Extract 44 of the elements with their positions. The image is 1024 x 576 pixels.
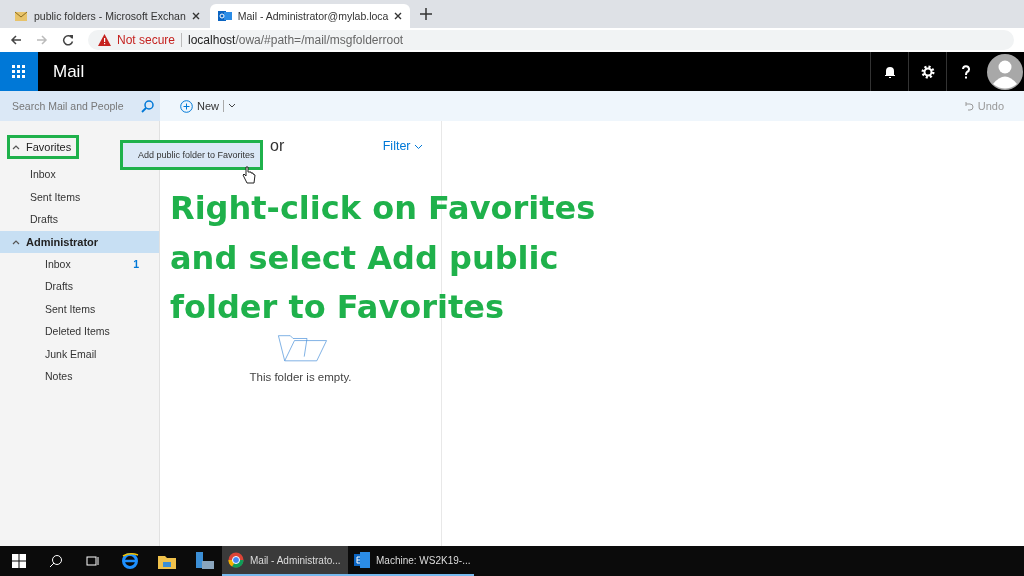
warning-icon — [98, 34, 111, 46]
instruction-text: and select Add public — [170, 237, 559, 279]
folder-item[interactable]: Drafts — [45, 280, 73, 293]
new-tab-icon[interactable] — [420, 8, 433, 20]
folder-item[interactable]: Deleted Items — [45, 325, 110, 338]
folder-heading: or — [270, 137, 285, 155]
undo-icon — [962, 100, 974, 112]
address-bar[interactable]: Not secure localhost/owa/#path=/mail/msgfolderroot — [88, 30, 1014, 50]
reload-icon[interactable] — [62, 34, 74, 46]
folder-item[interactable]: Drafts — [0, 208, 159, 231]
new-button[interactable]: New — [180, 99, 236, 113]
search-field[interactable]: Search Mail and People — [0, 91, 160, 121]
taskbar-app[interactable]: Mail - Administrato... — [222, 546, 348, 576]
browser-tab[interactable]: public folders - Microsoft Exchan — [6, 4, 208, 28]
search-icon[interactable] — [141, 99, 154, 113]
browser-tab[interactable]: Mail - Administrator@mylab.loca — [209, 4, 411, 28]
chrome-icon — [228, 552, 244, 568]
instruction-text: folder to Favorites — [170, 287, 505, 328]
folder-item[interactable]: Sent Items — [45, 302, 96, 315]
unread-count: 1 — [133, 257, 139, 270]
avatar-icon[interactable] — [986, 52, 1024, 91]
taskbar-app[interactable]: Machine: WS2K19-... — [348, 546, 474, 576]
exchange-icon — [354, 552, 370, 568]
back-icon[interactable] — [10, 34, 22, 46]
security-label: Not secure — [117, 33, 176, 47]
empty-message: This folder is empty. — [249, 371, 352, 383]
envelope-icon — [14, 10, 28, 22]
folder-item[interactable]: Notes — [45, 370, 73, 383]
app-title: Mail — [52, 61, 86, 82]
caret-icon[interactable] — [228, 103, 236, 109]
folder-item[interactable]: Junk Email — [45, 347, 97, 360]
folder-item[interactable]: Inbox — [45, 257, 71, 270]
mail-app-icon — [217, 9, 232, 23]
close-icon[interactable] — [191, 12, 200, 20]
context-menu-item[interactable]: Add public folder to Favorites — [120, 140, 263, 170]
app-launcher-icon[interactable] — [0, 52, 38, 91]
instruction-text: Right-click on Favorites — [170, 188, 596, 229]
folder-item[interactable]: Sent Items — [0, 185, 159, 208]
close-icon[interactable] — [394, 12, 403, 20]
filter-button[interactable]: Filter — [382, 139, 423, 153]
url-text: localhost/owa/#path=/mail/msgfolderroot — [188, 33, 404, 47]
plus-circle-icon — [180, 99, 193, 113]
hand-cursor-icon — [242, 166, 256, 184]
chevron-down-icon — [414, 144, 423, 150]
